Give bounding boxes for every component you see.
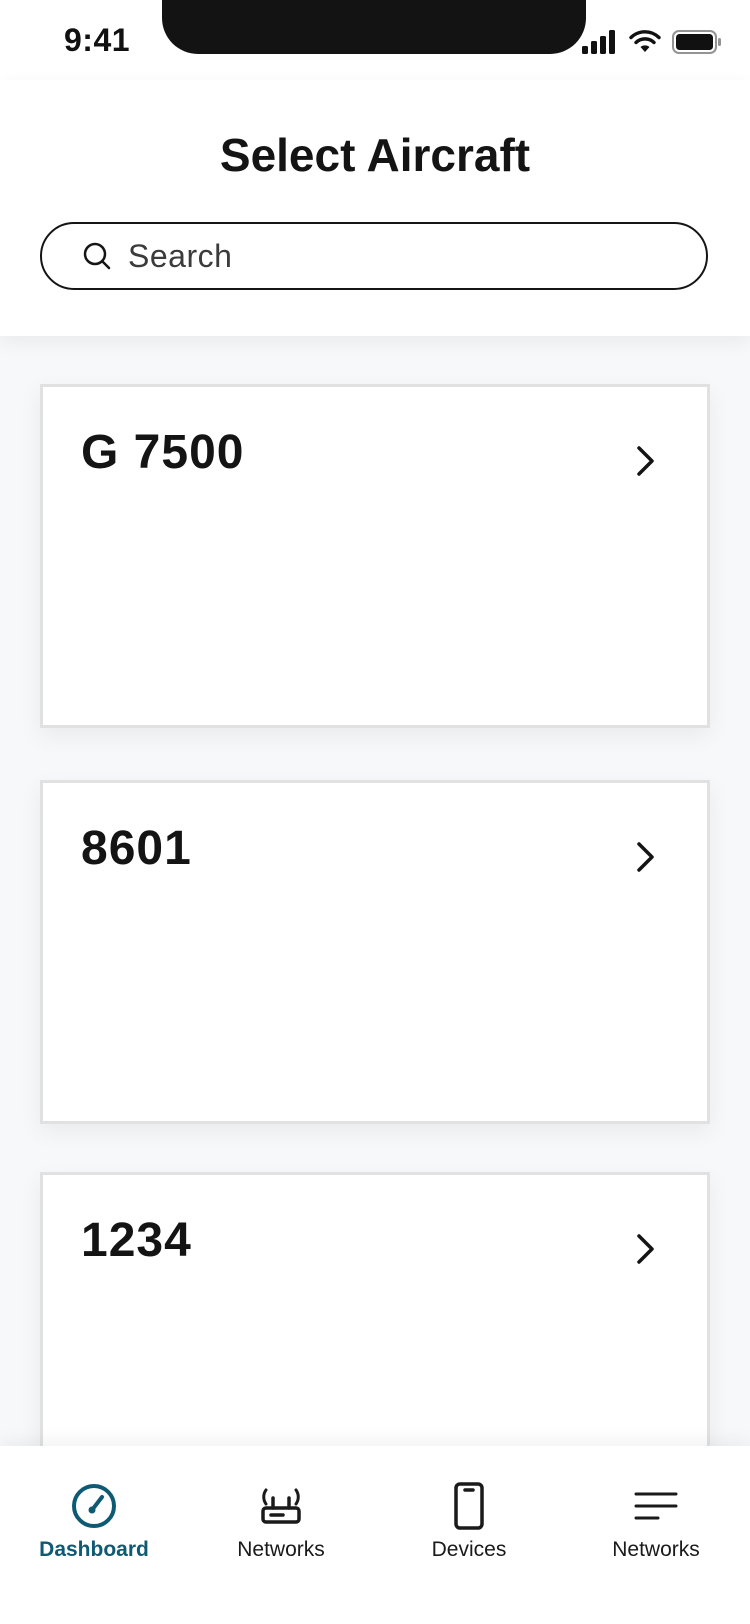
search-icon — [83, 242, 111, 270]
aircraft-name: 8601 — [81, 822, 192, 875]
battery-icon — [672, 30, 721, 54]
chevron-right-icon — [637, 842, 654, 872]
aircraft-card[interactable]: 8601 — [40, 780, 710, 1124]
device-notch — [162, 0, 586, 54]
tab-label: Dashboard — [39, 1538, 149, 1561]
aircraft-card[interactable]: 1234 — [40, 1172, 710, 1446]
menu-icon — [634, 1492, 678, 1520]
wifi-icon — [629, 30, 661, 52]
aircraft-card[interactable]: G 7500 — [40, 384, 710, 728]
status-time: 9:41 — [64, 22, 131, 58]
cellular-signal-icon — [582, 30, 615, 54]
tab-networks[interactable]: Networks — [187, 1480, 375, 1590]
chevron-right-icon — [637, 1234, 654, 1264]
speedometer-icon — [72, 1484, 116, 1528]
router-icon — [261, 1488, 301, 1524]
tab-label: Devices — [431, 1538, 507, 1561]
chevron-right-icon — [637, 446, 654, 476]
page-title: Select Aircraft — [219, 129, 531, 181]
aircraft-list[interactable]: G 7500 8601 1234 — [0, 336, 750, 1446]
tab-devices[interactable]: Devices — [375, 1480, 563, 1590]
tab-label: Networks — [612, 1538, 700, 1561]
tab-bar: Dashboard Networks Devices Networks — [0, 1446, 750, 1624]
tab-dashboard[interactable]: Dashboard — [0, 1480, 188, 1590]
tab-more-networks[interactable]: Networks — [562, 1480, 750, 1590]
search-input[interactable] — [126, 236, 690, 276]
status-bar: 9:41 — [0, 0, 750, 80]
aircraft-name: G 7500 — [81, 426, 245, 479]
tab-label: Networks — [237, 1538, 325, 1561]
aircraft-name: 1234 — [81, 1214, 192, 1267]
status-icons — [582, 30, 722, 54]
header: Select Aircraft — [0, 80, 750, 336]
phone-icon — [454, 1482, 484, 1530]
search-bar[interactable] — [40, 222, 708, 290]
